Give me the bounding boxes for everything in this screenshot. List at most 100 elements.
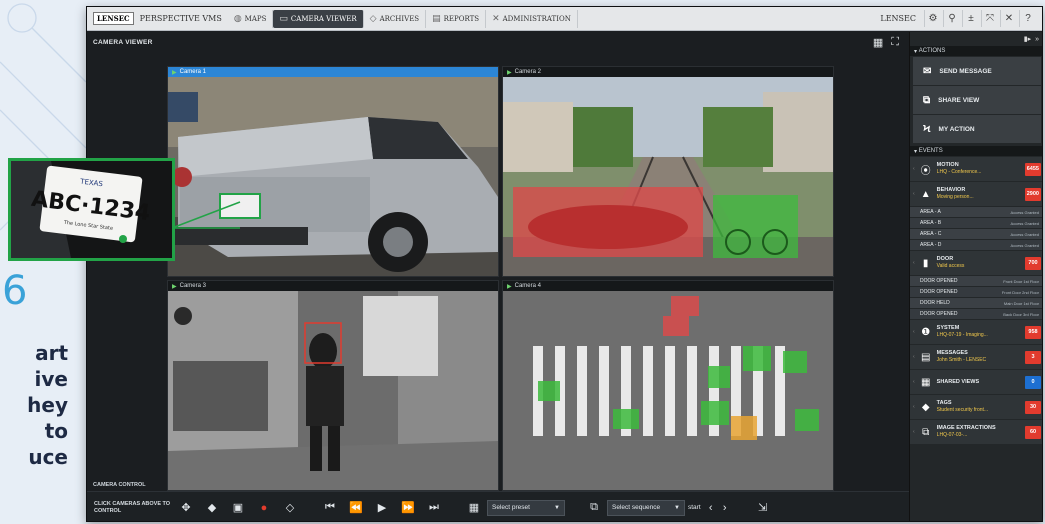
chevron-left-icon[interactable]: ‹ [704,498,718,518]
side-text-line: ive [34,367,68,391]
warning-icon: ▲ [920,188,931,200]
page-title: CAMERA VIEWER [93,39,153,46]
double-chevron-icon[interactable]: » [1035,36,1039,43]
event-text: BEHAVIOR Moving person... [937,187,1021,201]
event-door[interactable]: ‹ ▮ DOOR Valid access 700 [910,251,1042,275]
event-name: TAGS [936,400,952,406]
camera-tile-3[interactable]: ▶ Camera 3 [167,280,499,491]
alert-icon: ❶ [921,326,931,338]
area-row[interactable]: AREA - A Access Granted [910,207,1042,217]
sequence-placeholder: Select sequence [612,504,661,511]
area-row[interactable]: AREA - C Access Granted [910,229,1042,239]
search-icon[interactable]: ⚲ [943,10,960,27]
event-behavior[interactable]: ‹ ▲ BEHAVIOR Moving person... 2900 [910,182,1042,206]
rewind-icon[interactable]: ⏪ [343,498,369,518]
camera-header: ▶ Camera 2 [503,67,833,77]
action-label: MY ACTION [938,125,975,133]
share-icon: ⧉ [923,94,931,106]
fast-forward-icon[interactable]: ⏩ [395,498,421,518]
event-count-badge: 6455 [1024,162,1041,176]
fullscreen-icon[interactable]: ⛶ [891,36,899,49]
play-icon: ▶ [507,283,512,290]
tag-icon[interactable]: ◆ [199,498,225,518]
event-count-badge: 3 [1025,350,1041,364]
chevron-down-icon: ▼ [674,504,680,511]
event-system[interactable]: ‹ ❶ SYSTEM LHQ-07-19 - Imaging... 958 [910,320,1042,344]
tab-reports[interactable]: ▤ REPORTS [426,9,487,28]
camera-tile-4[interactable]: ▶ Camera 4 [502,280,834,491]
side-text-line: art [35,341,68,365]
tag-icon: ◆ [921,401,930,413]
sequence-select[interactable]: Select sequence ▼ [607,499,685,516]
record-icon[interactable]: ● [251,498,277,518]
door-row[interactable]: DOOR OPENED Front Door 1st Floor [910,276,1042,286]
tab-label: MAPS [244,14,267,23]
export-icon[interactable]: ⇲ [750,498,776,518]
close-icon[interactable]: ✕ [1000,10,1017,27]
archive-icon: ◇ [369,13,377,24]
tab-archives[interactable]: ◇ ARCHIVES [364,9,427,28]
camera-tile-1[interactable]: ▶ Camera 1 [167,66,499,277]
door-status: Back Door 3rd Floor [1003,311,1039,317]
tab-camera-viewer[interactable]: ▭ CAMERA VIEWER [273,9,364,28]
license-plate-image: TEXAS ABC·1234 The Lone Star State [11,161,172,258]
chevron-left-icon: ‹ [913,429,915,435]
door-row[interactable]: DOOR HELD Main Door 1st Floor [910,298,1042,308]
door-row[interactable]: DOOR OPENED Back Door 3rd Floor [910,309,1042,319]
event-shared-views[interactable]: ‹ ▦ SHARED VIEWS 0 [910,370,1042,394]
play-icon: ▶ [172,283,177,290]
grid-layout-icon[interactable]: ▦ [873,36,883,49]
action-label: SEND MESSAGE [939,67,992,75]
event-text: SYSTEM LHQ-07-19 - Imaging... [937,325,1021,339]
event-text: TAGS Student security front... [937,400,1021,414]
event-count-badge: 60 [1025,425,1041,439]
control-hint: CLICK CAMERAS ABOVE TO CONTROL [94,500,171,514]
collapse-icon[interactable]: ▮▸ [1024,35,1031,43]
event-count-badge: 30 [1025,400,1041,414]
area-row[interactable]: AREA - D Access Granted [910,240,1042,250]
tab-administration[interactable]: ✕ ADMINISTRATION [486,9,578,28]
right-brand: LENSEC [880,14,916,23]
expand-icon[interactable]: ⤧ [981,10,998,27]
door-name: DOOR OPENED [920,289,958,295]
preset-select[interactable]: Select preset ▼ [487,499,565,516]
tab-maps[interactable]: ◍ MAPS [228,9,274,28]
door-name: DOOR OPENED [920,311,958,317]
area-row[interactable]: AREA - B Access Granted [910,218,1042,228]
sequence-icon: ⧉ [590,501,598,513]
event-text: IMAGE EXTRACTIONS LHQ-07-03-... [937,425,1021,439]
event-motion[interactable]: ‹ ⦿ MOTION LHQ - Conference... 6455 [910,157,1042,181]
events-section-header[interactable]: ▾ EVENTS [910,146,1042,156]
event-image-extractions[interactable]: ‹ ⧉ IMAGE EXTRACTIONS LHQ-07-03-... 60 [910,420,1042,444]
snapshot-icon[interactable]: ▣ [225,498,251,518]
skip-forward-icon[interactable]: ⏭ [421,498,447,518]
skip-back-icon[interactable]: ⏮ [317,498,343,518]
event-tags[interactable]: ‹ ◆ TAGS Student security front... 30 [910,395,1042,419]
play-button-icon[interactable]: ▶ [369,498,395,518]
panel-top-tools: ▮▸ » [910,32,1042,46]
camera-tile-2[interactable]: ▶ Camera 2 [502,66,834,277]
chevron-right-icon[interactable]: › [718,498,732,518]
question-icon[interactable]: ? [1019,10,1036,27]
my-action-button[interactable]: ϟ MY ACTION [913,115,1041,143]
top-right-tools: LENSEC ⚙ ⚲ ± ⤧ ✕ ? [874,10,1036,27]
event-messages[interactable]: ‹ ▤ MESSAGES John Smith - LENSEC 3 [910,345,1042,369]
camera-header: ▶ Camera 1 [168,67,498,77]
send-message-button[interactable]: ✉ SEND MESSAGE [913,57,1041,85]
bookmark-icon[interactable]: ◇ [277,498,303,518]
side-text-line: to [44,419,68,443]
camera-viewer: CAMERA VIEWER ▦ ⛶ ▶ Camera 1 ▶ Camera 2 … [87,32,909,521]
event-sub: LHQ-07-03-... [936,432,968,438]
door-name: DOOR HELD [920,300,950,306]
door-status: Front Door 1st Floor [1003,278,1039,284]
gear-icon[interactable]: ⚙ [924,10,941,27]
envelope-icon: ✉ [923,65,932,77]
actions-section-header[interactable]: ▾ ACTIONS [910,46,1042,56]
help-dots-icon[interactable]: ± [962,10,979,27]
chevron-down-icon: ▼ [554,504,560,511]
share-view-button[interactable]: ⧉ SHARE VIEW [913,86,1041,114]
event-sub: Student security front... [936,407,989,413]
door-row[interactable]: DOOR OPENED Front Door 2nd Floor [910,287,1042,297]
pan-tool-icon[interactable]: ✥ [173,498,199,518]
preset-grid-icon: ▦ [468,502,480,514]
